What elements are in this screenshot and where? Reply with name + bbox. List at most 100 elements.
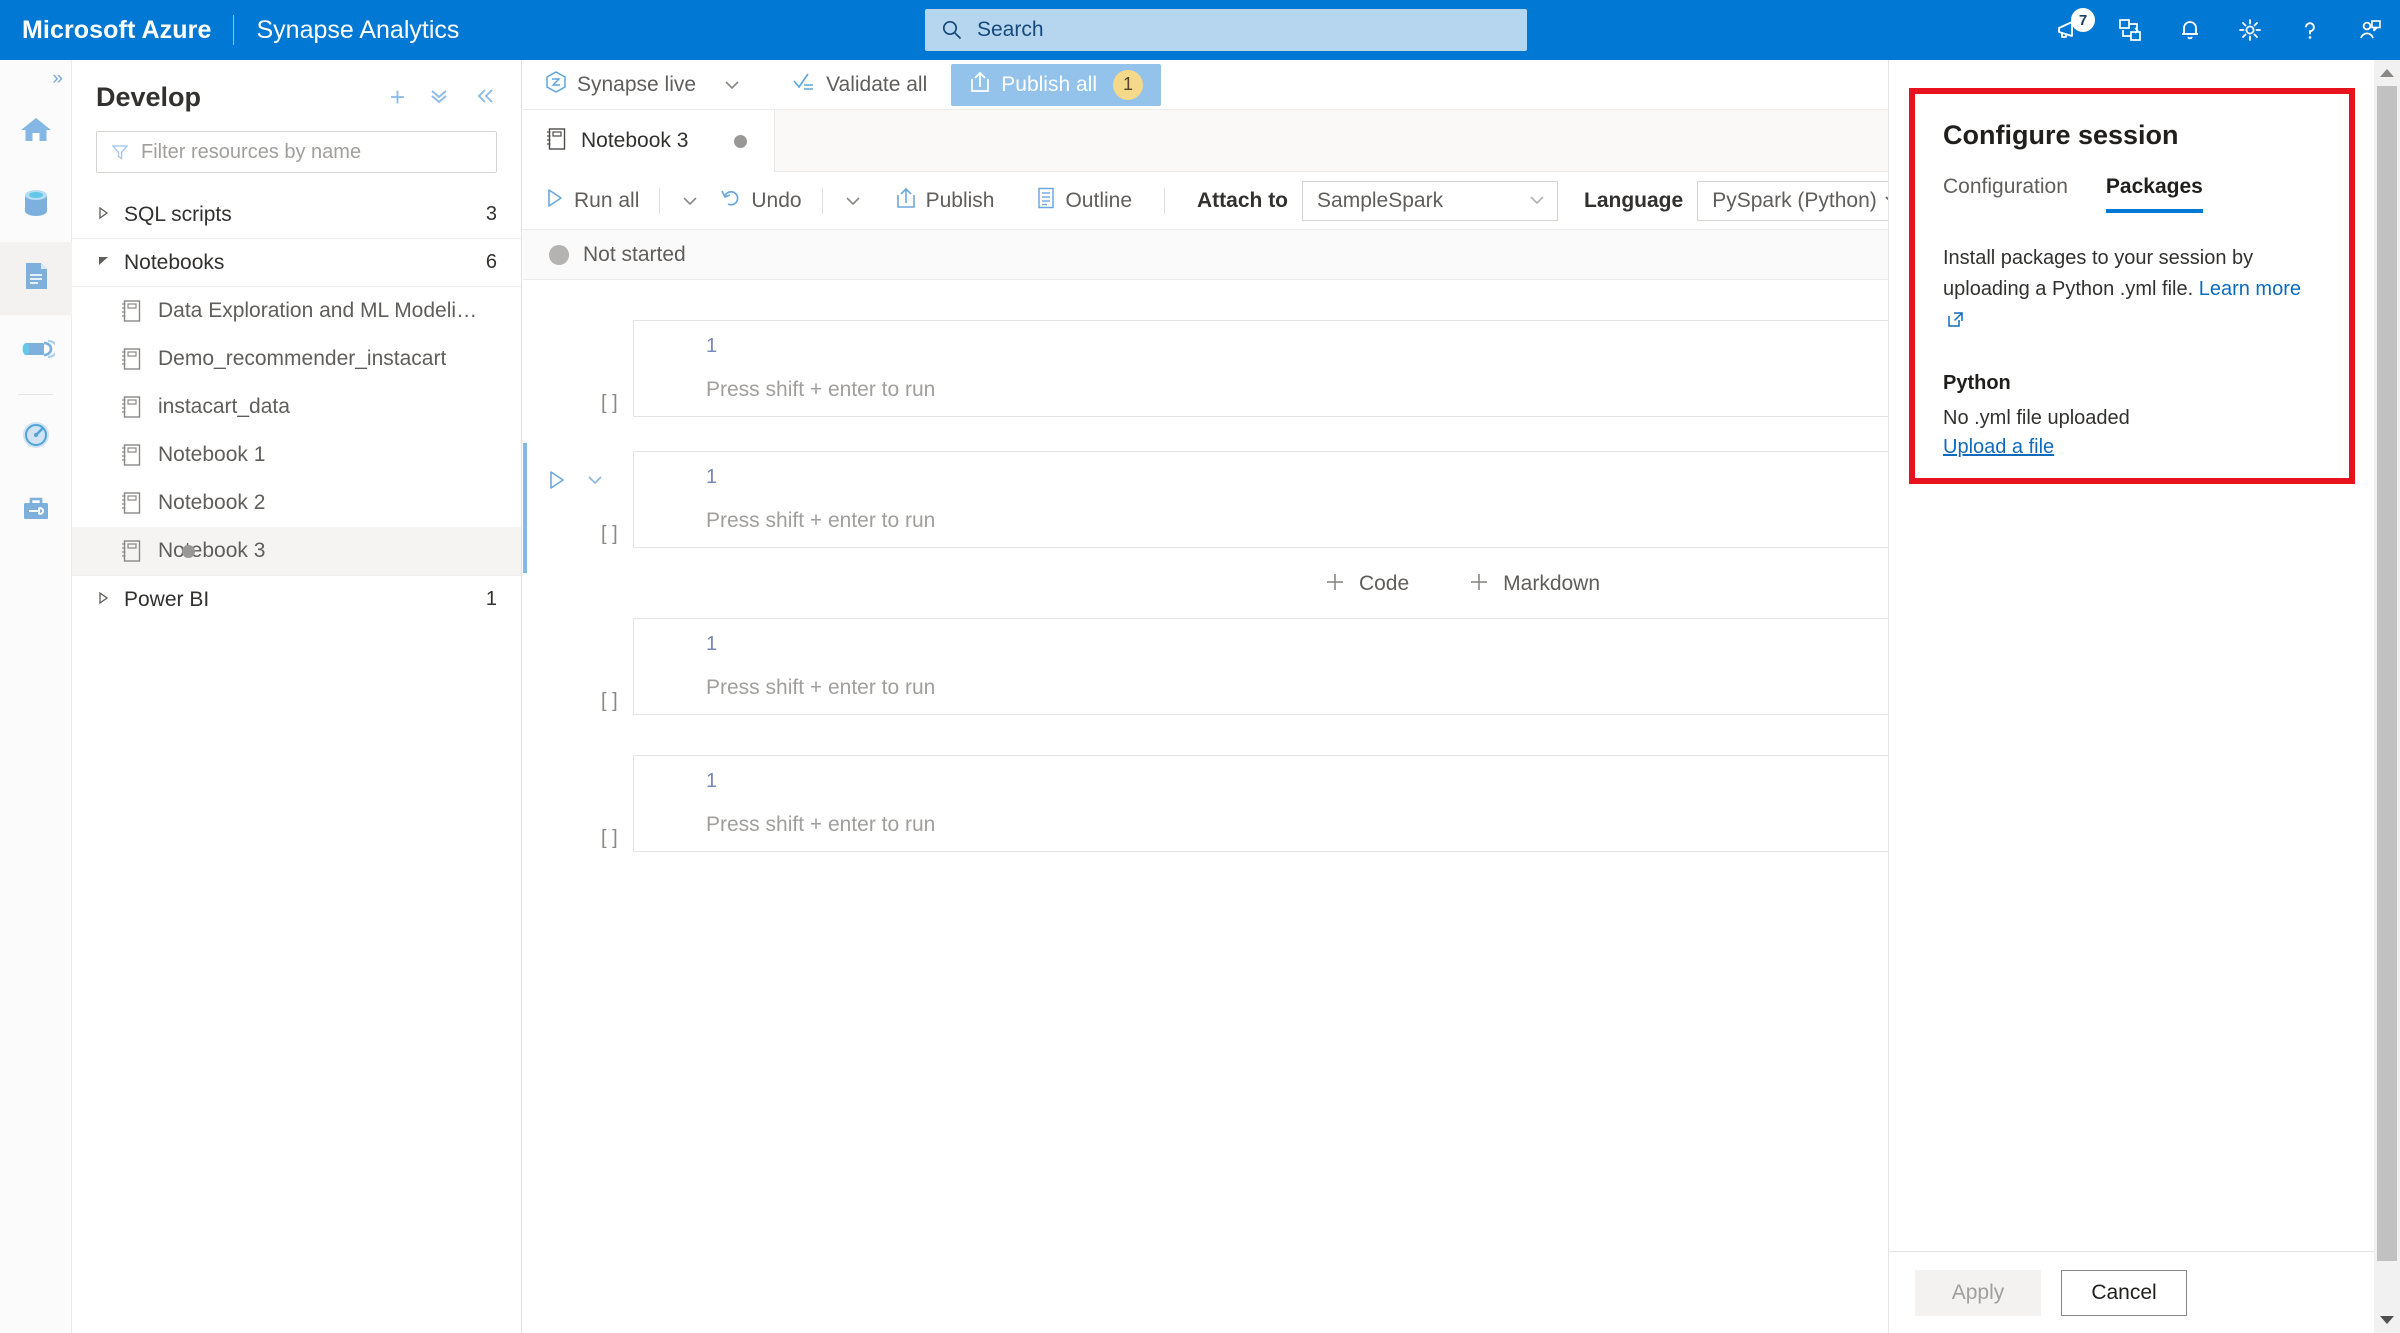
global-search-box[interactable]: Search bbox=[925, 9, 1527, 51]
learn-more-link[interactable]: Learn more bbox=[2199, 278, 2301, 300]
notebook-icon bbox=[545, 127, 567, 156]
sidebar-item-develop[interactable] bbox=[0, 242, 72, 315]
notebook-icon bbox=[120, 539, 142, 563]
publish-upload-icon bbox=[895, 186, 917, 215]
scrollbar-thumb[interactable] bbox=[2377, 86, 2397, 1261]
publish-all-label: Publish all bbox=[1001, 72, 1097, 96]
announcements-icon[interactable]: 7 bbox=[2040, 0, 2100, 60]
validate-all-button[interactable]: Validate all bbox=[792, 71, 927, 98]
cell-more-chevron-icon[interactable] bbox=[585, 473, 605, 492]
toolbox-manage-icon bbox=[17, 489, 55, 532]
outline-label: Outline bbox=[1065, 188, 1133, 212]
configure-session-content: Configure session Configuration Packages… bbox=[1915, 94, 2349, 459]
list-item-label: Notebook 2 bbox=[158, 491, 266, 514]
tree-group-power-bi[interactable]: Power BI 1 bbox=[72, 575, 521, 623]
scroll-up-arrow-icon[interactable] bbox=[2374, 60, 2400, 86]
cell-gutter: [ ] bbox=[523, 755, 633, 849]
language-select[interactable]: PySpark (Python) bbox=[1697, 180, 1914, 221]
language-value: PySpark (Python) bbox=[1712, 188, 1877, 212]
external-link-icon bbox=[1947, 307, 1964, 338]
list-item[interactable]: Data Exploration and ML Modeling -... bbox=[72, 287, 521, 335]
add-markdown-label: Markdown bbox=[1503, 572, 1601, 595]
tab-notebook-3[interactable]: Notebook 3 bbox=[523, 110, 775, 172]
attach-to-label: Attach to bbox=[1197, 188, 1289, 212]
sidebar-item-monitor[interactable] bbox=[0, 401, 72, 474]
microsoft-azure-logo-text[interactable]: Microsoft Azure bbox=[22, 16, 211, 45]
help-question-icon[interactable] bbox=[2280, 0, 2340, 60]
toolbar-divider bbox=[659, 187, 661, 214]
product-name-synapse-analytics[interactable]: Synapse Analytics bbox=[256, 16, 459, 45]
page-vertical-scrollbar[interactable] bbox=[2374, 60, 2400, 1333]
run-all-button[interactable]: Run all bbox=[535, 187, 649, 214]
undo-label: Undo bbox=[751, 188, 802, 212]
configure-session-tabs: Configuration Packages bbox=[1943, 175, 2321, 213]
cancel-button[interactable]: Cancel bbox=[2061, 1269, 2187, 1316]
publish-all-count-badge: 1 bbox=[1113, 69, 1143, 100]
configure-session-highlight-box: Configure session Configuration Packages… bbox=[1909, 88, 2355, 484]
list-item[interactable]: Demo_recommender_instacart bbox=[72, 335, 521, 383]
add-code-cell-button[interactable]: Code bbox=[1323, 570, 1409, 599]
upload-a-file-link[interactable]: Upload a file bbox=[1943, 436, 2054, 459]
list-item[interactable]: Notebook 1 bbox=[72, 431, 521, 479]
collapse-panel-icon[interactable] bbox=[473, 82, 497, 113]
attach-to-value: SampleSpark bbox=[1317, 188, 1444, 212]
scroll-down-arrow-icon[interactable] bbox=[2374, 1307, 2400, 1333]
outline-button[interactable]: Outline bbox=[1026, 186, 1142, 215]
cell-execution-count: [ ] bbox=[601, 392, 618, 414]
sidebar-item-home[interactable] bbox=[0, 96, 72, 169]
database-cylinder-icon bbox=[17, 184, 55, 227]
run-cell-button[interactable] bbox=[547, 469, 567, 496]
sidebar-item-data[interactable] bbox=[0, 169, 72, 242]
tree-group-sql-scripts[interactable]: SQL scripts 3 bbox=[72, 191, 521, 239]
cell-gutter: [ ] bbox=[523, 451, 633, 545]
sidebar-item-manage[interactable] bbox=[0, 474, 72, 547]
apply-button[interactable]: Apply bbox=[1915, 1269, 2041, 1316]
chevron-right-icon bbox=[98, 591, 124, 608]
notebook-icon bbox=[120, 395, 142, 419]
tab-packages[interactable]: Packages bbox=[2105, 175, 2203, 213]
left-nav-rail: » bbox=[0, 60, 72, 1333]
cell-gutter: [ ] bbox=[523, 320, 633, 414]
notifications-bell-icon[interactable] bbox=[2160, 0, 2220, 60]
publish-all-button[interactable]: Publish all 1 bbox=[951, 63, 1161, 106]
sidebar-item-integrate[interactable] bbox=[0, 315, 72, 388]
tab-unsaved-dot-icon[interactable] bbox=[734, 134, 748, 148]
publish-label: Publish bbox=[925, 188, 995, 212]
list-item-notebook-3-selected[interactable]: Notebook 3 bbox=[72, 527, 521, 575]
list-item[interactable]: Notebook 2 bbox=[72, 479, 521, 527]
publish-button[interactable]: Publish bbox=[885, 186, 1005, 215]
chevron-down-icon bbox=[98, 254, 124, 271]
page-title: Develop bbox=[96, 82, 202, 112]
run-all-dropdown-icon[interactable] bbox=[670, 194, 710, 208]
settings-gear-icon[interactable] bbox=[2220, 0, 2280, 60]
synapse-live-branch-selector[interactable]: Synapse live bbox=[545, 70, 742, 99]
python-section-title: Python bbox=[1943, 372, 2011, 394]
cell-execution-count: [ ] bbox=[601, 827, 618, 849]
undo-dropdown-icon[interactable] bbox=[833, 194, 873, 208]
rail-expand-icon[interactable]: » bbox=[52, 68, 63, 90]
outline-list-icon bbox=[1036, 186, 1056, 215]
attach-to-select[interactable]: SampleSpark bbox=[1302, 180, 1559, 221]
header-icon-group: 7 bbox=[2040, 0, 2400, 60]
toolbar-divider bbox=[821, 187, 823, 214]
list-item-label: Notebook 1 bbox=[158, 443, 266, 466]
add-new-resource-icon[interactable]: + bbox=[390, 82, 405, 113]
upload-status-text: No .yml file uploaded bbox=[1943, 407, 2130, 429]
tab-configuration[interactable]: Configuration bbox=[1943, 175, 2068, 213]
undo-button[interactable]: Undo bbox=[710, 187, 811, 214]
collapse-all-chevron-icon[interactable] bbox=[427, 82, 451, 113]
add-markdown-cell-button[interactable]: Markdown bbox=[1467, 570, 1600, 599]
tree-group-label: SQL scripts bbox=[124, 202, 232, 226]
toolbar-divider bbox=[1164, 187, 1166, 214]
feedback-person-icon[interactable] bbox=[2340, 0, 2400, 60]
tree-group-notebooks[interactable]: Notebooks 6 bbox=[72, 239, 521, 287]
chevron-down-icon[interactable] bbox=[722, 78, 742, 92]
tree-group-label: Notebooks bbox=[124, 250, 225, 274]
configure-session-panel: Configure session Configuration Packages… bbox=[1888, 60, 2374, 1333]
top-header-bar: Microsoft Azure Synapse Analytics Search… bbox=[0, 0, 2400, 60]
home-icon bbox=[17, 111, 55, 154]
cloud-shell-icon[interactable] bbox=[2100, 0, 2160, 60]
list-item[interactable]: instacart_data bbox=[72, 383, 521, 431]
filter-resources-input[interactable]: Filter resources by name bbox=[96, 131, 497, 173]
notebook-icon bbox=[120, 299, 142, 323]
